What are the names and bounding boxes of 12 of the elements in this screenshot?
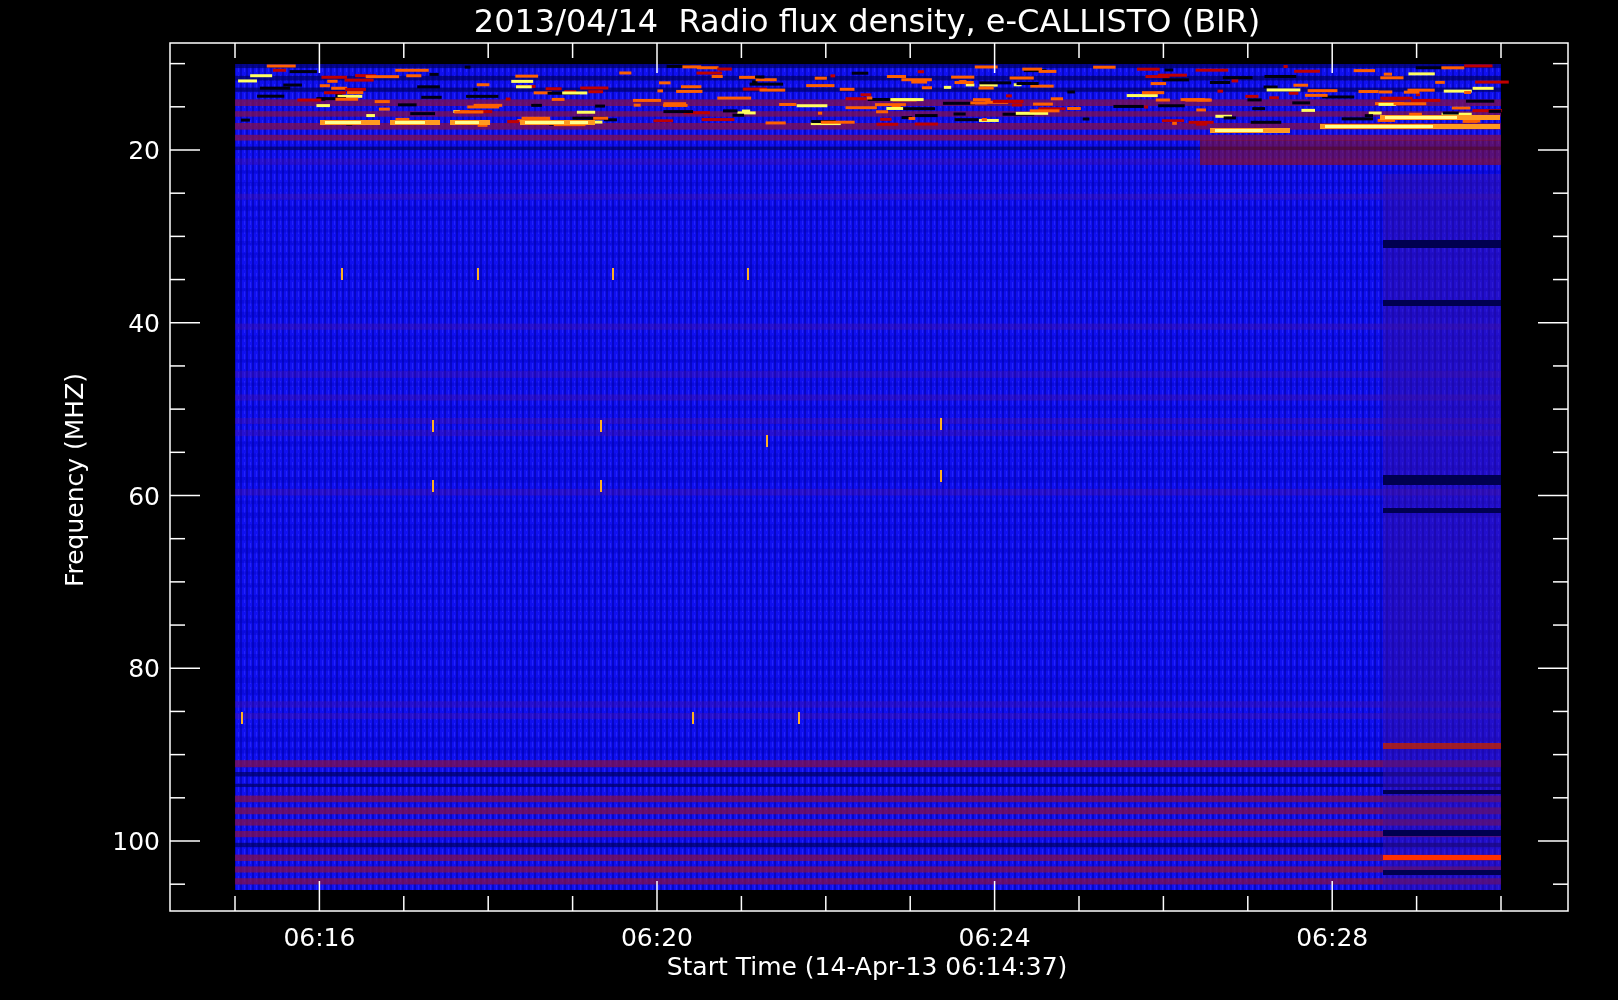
y-axis-title: Frequency (MHZ) xyxy=(60,372,89,588)
y-tick-label: 60 xyxy=(128,481,160,511)
x-axis-title: Start Time (14-Apr-13 06:14:37) xyxy=(666,952,1068,981)
chart-title: 2013/04/14 Radio flux density, e-CALLISTO (BIR) xyxy=(473,2,1261,40)
x-tick-label: 06:24 xyxy=(958,923,1031,952)
x-tick-label: 06:28 xyxy=(1296,923,1369,952)
x-tick-label: 06:16 xyxy=(283,923,356,952)
y-tick-label: 80 xyxy=(128,654,160,684)
y-tick-label: 20 xyxy=(128,136,160,165)
y-tick-label: 40 xyxy=(128,308,160,338)
x-tick-label: 06:20 xyxy=(621,923,693,952)
y-tick-label: 100 xyxy=(112,827,160,856)
